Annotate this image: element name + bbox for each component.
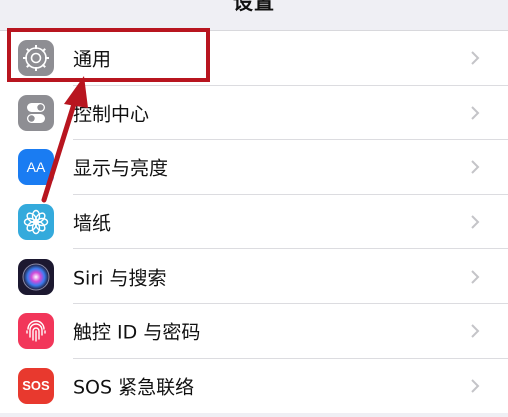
annotation-arrow [41,76,88,203]
settings-screen: 设置 通用 控制中心 AA 显示与亮度 墙纸 Siri 与搜索 触控 ID 与密… [0,0,508,417]
